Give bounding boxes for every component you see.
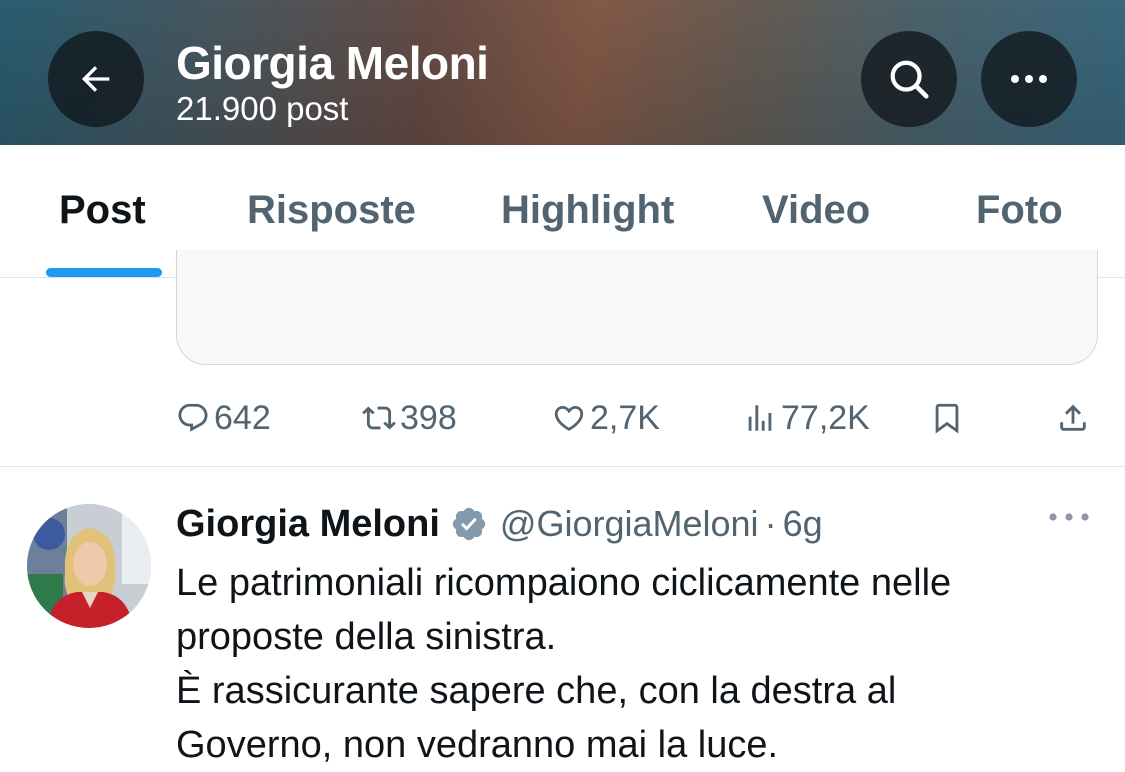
tweet-text[interactable]: Le patrimoniali ricompaiono ciclicamente… bbox=[176, 556, 1106, 772]
views-icon bbox=[748, 405, 772, 431]
separator-dot: · bbox=[764, 503, 777, 544]
verified-badge-icon[interactable] bbox=[450, 505, 488, 543]
like-count: 2,7K bbox=[590, 398, 660, 437]
bookmark-button[interactable] bbox=[930, 390, 964, 446]
reply-button[interactable]: 642 bbox=[176, 390, 271, 446]
share-button[interactable] bbox=[1056, 390, 1090, 446]
tab-risposte[interactable]: Risposte bbox=[247, 188, 416, 233]
profile-header: Giorgia Meloni 21.900 post bbox=[0, 0, 1125, 145]
repost-count: 398 bbox=[400, 398, 457, 437]
tab-foto[interactable]: Foto bbox=[976, 188, 1063, 233]
post-actions: 642 398 2,7K 77,2K bbox=[0, 390, 1125, 446]
tweet-line: proposte della sinistra. bbox=[176, 616, 557, 658]
tweet-more-button[interactable] bbox=[1047, 510, 1091, 529]
profile-name: Giorgia Meloni bbox=[176, 37, 489, 89]
post-divider bbox=[0, 466, 1125, 467]
avatar[interactable] bbox=[27, 504, 151, 628]
media-card[interactable] bbox=[176, 250, 1098, 365]
tweet-line: È rassicurante sapere che, con la destra… bbox=[176, 670, 897, 712]
tab-video[interactable]: Video bbox=[762, 188, 870, 233]
bookmark-icon bbox=[935, 403, 959, 434]
more-horizontal-icon bbox=[1011, 75, 1047, 83]
search-icon bbox=[890, 60, 929, 99]
reply-count: 642 bbox=[214, 398, 271, 437]
tweet-line: Governo, non vedranno mai la luce. bbox=[176, 724, 779, 766]
more-horizontal-icon bbox=[1049, 513, 1089, 521]
arrow-left-icon bbox=[81, 66, 110, 92]
active-tab-indicator bbox=[46, 268, 162, 277]
tweet-header: Giorgia Meloni @GiorgiaMeloni · 6g bbox=[176, 500, 823, 548]
post-count: 21.900 post bbox=[176, 90, 349, 127]
views-count: 77,2K bbox=[781, 398, 870, 437]
avatar-portrait bbox=[27, 504, 151, 628]
tweet-line: Le patrimoniali ricompaiono ciclicamente… bbox=[176, 562, 952, 604]
share-icon bbox=[1060, 404, 1086, 431]
repost-icon bbox=[362, 406, 396, 430]
tab-highlight[interactable]: Highlight bbox=[501, 188, 674, 233]
reply-icon bbox=[178, 403, 208, 432]
tweet-timestamp[interactable]: 6g bbox=[783, 503, 823, 545]
back-button[interactable] bbox=[48, 31, 144, 127]
tab-post[interactable]: Post bbox=[59, 188, 146, 233]
repost-button[interactable]: 398 bbox=[362, 390, 457, 446]
more-button[interactable] bbox=[981, 31, 1077, 127]
views-button[interactable]: 77,2K bbox=[743, 390, 870, 446]
tweet-handle[interactable]: @GiorgiaMeloni bbox=[500, 503, 759, 545]
search-button[interactable] bbox=[861, 31, 957, 127]
like-button[interactable]: 2,7K bbox=[552, 390, 660, 446]
heart-icon bbox=[554, 405, 584, 431]
tweet-author-name[interactable]: Giorgia Meloni bbox=[176, 503, 440, 546]
